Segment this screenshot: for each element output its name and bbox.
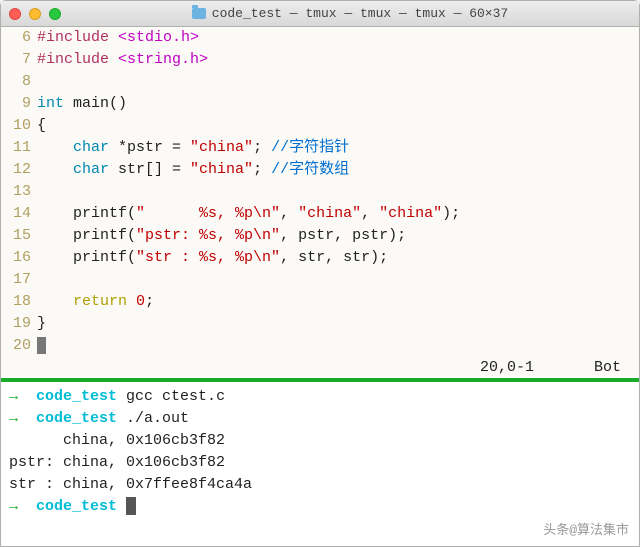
terminal-line: → code_test ./a.out xyxy=(9,408,631,430)
traffic-lights xyxy=(9,8,61,20)
window-title: code_test — tmux — tmux — tmux — 60×37 xyxy=(212,6,508,21)
code-line: 17 xyxy=(1,269,639,291)
code-editor[interactable]: 6#include <stdio.h> 7#include <string.h>… xyxy=(1,27,639,357)
cursor-position: 20,0-1 xyxy=(480,359,534,376)
scroll-position: Bot xyxy=(594,359,621,376)
code-line: 18 return 0; xyxy=(1,291,639,313)
code-line: 7#include <string.h> xyxy=(1,49,639,71)
terminal-cursor xyxy=(126,497,136,515)
terminal-output: str : china, 0x7ffee8f4ca4a xyxy=(9,474,631,496)
code-line: 10{ xyxy=(1,115,639,137)
code-line: 6#include <stdio.h> xyxy=(1,27,639,49)
terminal-output: china, 0x106cb3f82 xyxy=(9,430,631,452)
code-line: 8 xyxy=(1,71,639,93)
code-line: 15 printf("pstr: %s, %p\n", pstr, pstr); xyxy=(1,225,639,247)
code-line: 9int main() xyxy=(1,93,639,115)
close-icon[interactable] xyxy=(9,8,21,20)
terminal-line: → code_test gcc ctest.c xyxy=(9,386,631,408)
terminal-line: → code_test xyxy=(9,496,631,518)
code-line: 19} xyxy=(1,313,639,335)
watermark: 头条@算法集市 xyxy=(543,519,629,538)
titlebar: code_test — tmux — tmux — tmux — 60×37 xyxy=(1,1,639,27)
terminal-window: code_test — tmux — tmux — tmux — 60×37 6… xyxy=(0,0,640,547)
code-line: 11 char *pstr = "china"; //字符指针 xyxy=(1,137,639,159)
editor-cursor xyxy=(37,337,46,354)
vim-statusbar: 20,0-1 Bot xyxy=(1,357,639,378)
minimize-icon[interactable] xyxy=(29,8,41,20)
code-line: 13 xyxy=(1,181,639,203)
code-line: 14 printf(" %s, %p\n", "china", "china")… xyxy=(1,203,639,225)
code-line: 12 char str[] = "china"; //字符数组 xyxy=(1,159,639,181)
maximize-icon[interactable] xyxy=(49,8,61,20)
code-line: 20 xyxy=(1,335,639,357)
title-center: code_test — tmux — tmux — tmux — 60×37 xyxy=(69,6,631,21)
code-line: 16 printf("str : %s, %p\n", str, str); xyxy=(1,247,639,269)
folder-icon xyxy=(192,8,206,19)
terminal-output: pstr: china, 0x106cb3f82 xyxy=(9,452,631,474)
